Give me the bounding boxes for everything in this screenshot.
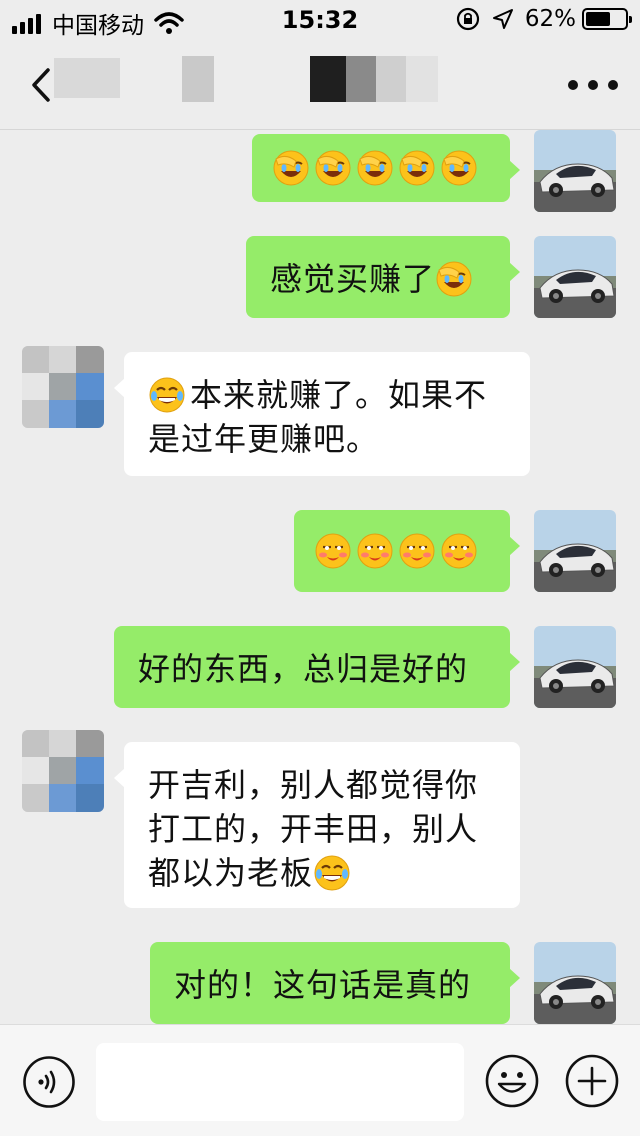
battery-percent: 62% [524, 6, 576, 32]
unread-count-blurred[interactable] [54, 58, 120, 98]
input-bar [0, 1024, 640, 1136]
battery-fill [586, 12, 610, 26]
facepalm-laugh-emoji [272, 149, 310, 187]
plus-icon[interactable] [564, 1053, 620, 1109]
facepalm-laugh-emoji [440, 149, 478, 187]
message-bubble-received[interactable]: 开吉利，别人都觉得你 打工的，开丰田，别人 都以为老板 [114, 742, 520, 908]
location-arrow-icon [492, 9, 513, 29]
tears-of-joy-emoji [148, 376, 186, 414]
title-blur-block [346, 56, 376, 102]
smirk-blush-emoji [440, 532, 478, 570]
title-blur-block [310, 56, 346, 102]
smiley-icon[interactable] [484, 1053, 540, 1109]
avatar-self[interactable] [534, 510, 616, 592]
message-bubble-sent[interactable] [294, 510, 520, 592]
nav-bar [0, 40, 640, 130]
smirk-blush-emoji [356, 532, 394, 570]
avatar-self[interactable] [534, 942, 616, 1024]
voice-icon[interactable] [22, 1055, 76, 1109]
message-line: 都以为老板 [148, 854, 314, 892]
smirk-blush-emoji [398, 532, 436, 570]
battery-icon [582, 8, 632, 30]
message-list[interactable]: 感觉买赚了 本来就赚了。如果不 是过年更赚吧。 好的东西，总归是好的 开吉利，别… [0, 130, 640, 1024]
facepalm-laugh-emoji [314, 149, 352, 187]
message-bubble-sent[interactable] [252, 134, 520, 202]
tears-of-joy-emoji [313, 854, 351, 892]
avatar-self[interactable] [534, 626, 616, 708]
title-blur-block [182, 56, 214, 102]
message-line: 是过年更赚吧。 [148, 420, 380, 458]
avatar-contact[interactable] [22, 346, 104, 428]
chat-screen: 中国移动 15:32 62% 感觉买赚了 本来就赚了。如果不 是过年更赚吧。 好… [0, 0, 640, 1136]
message-bubble-sent[interactable]: 对的！这句话是真的 [150, 942, 520, 1024]
message-bubble-sent[interactable]: 好的东西，总归是好的 [114, 626, 520, 708]
avatar-contact[interactable] [22, 730, 104, 812]
message-text: 感觉买赚了 [270, 260, 436, 298]
message-line: 打工的，开丰田，别人 [148, 810, 479, 848]
facepalm-laugh-emoji [356, 149, 394, 187]
message-input[interactable] [96, 1043, 464, 1121]
message-bubble-sent[interactable]: 感觉买赚了 [246, 236, 520, 318]
status-bar: 中国移动 15:32 62% [0, 0, 640, 40]
more-dots-icon[interactable] [568, 70, 618, 100]
rotation-lock-icon [456, 7, 479, 31]
avatar-self[interactable] [534, 236, 616, 318]
message-line: 本来就赚了。如果不 [190, 376, 488, 414]
avatar-self[interactable] [534, 130, 616, 212]
smirk-blush-emoji [314, 532, 352, 570]
facepalm-laugh-emoji [435, 260, 473, 298]
facepalm-laugh-emoji [398, 149, 436, 187]
message-text: 对的！这句话是真的 [174, 966, 472, 1004]
title-blur-block [406, 56, 438, 102]
message-line: 开吉利，别人都觉得你 [148, 766, 479, 804]
title-blur-block [376, 56, 406, 102]
message-bubble-received[interactable]: 本来就赚了。如果不 是过年更赚吧。 [114, 352, 530, 476]
message-text: 好的东西，总归是好的 [138, 650, 469, 688]
